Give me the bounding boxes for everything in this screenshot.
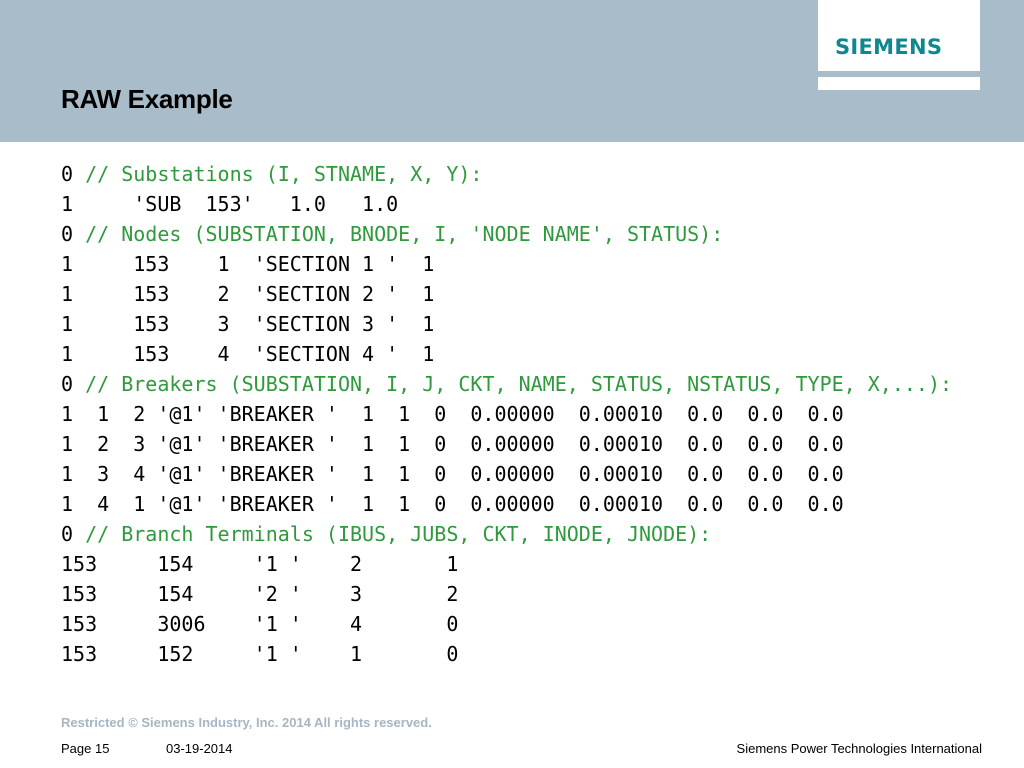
code-line: 0 // Breakers (SUBSTATION, I, J, CKT, NA…	[61, 369, 952, 399]
code-line: 1 153 2 'SECTION 2 ' 1	[61, 279, 952, 309]
code-text: 0	[61, 522, 86, 546]
code-text: 1 1 2 '@1' 'BREAKER ' 1 1 0 0.00000 0.00…	[61, 402, 844, 426]
code-line: 1 153 4 'SECTION 4 ' 1	[61, 339, 952, 369]
code-block: 0 // Substations (I, STNAME, X, Y): 1 'SU…	[61, 159, 952, 669]
code-text: 0	[61, 372, 86, 396]
code-text: 1 'SUB 153' 1.0 1.0	[61, 192, 399, 216]
code-line: 1 153 1 'SECTION 1 ' 1	[61, 249, 952, 279]
code-text: 0	[61, 222, 86, 246]
code-line: 1 'SUB 153' 1.0 1.0	[61, 189, 952, 219]
code-text: 1 4 1 '@1' 'BREAKER ' 1 1 0 0.00000 0.00…	[61, 492, 844, 516]
code-comment: // Substations (I, STNAME, X, Y):	[85, 162, 483, 186]
logo-text: SIEMENS	[835, 35, 943, 59]
code-text: 1 2 3 '@1' 'BREAKER ' 1 1 0 0.00000 0.00…	[61, 432, 844, 456]
footer-restricted-notice: Restricted © Siemens Industry, Inc. 2014…	[61, 715, 432, 730]
code-text: 1 153 1 'SECTION 1 ' 1	[61, 252, 435, 276]
code-comment: // Branch Terminals (IBUS, JUBS, CKT, IN…	[85, 522, 712, 546]
siemens-logo: SIEMENS	[818, 0, 980, 90]
code-text: 153 3006 '1 ' 4 0	[61, 612, 459, 636]
footer-company: Siemens Power Technologies International	[736, 741, 982, 756]
code-text: 1 3 4 '@1' 'BREAKER ' 1 1 0 0.00000 0.00…	[61, 462, 844, 486]
logo-strip	[818, 77, 980, 90]
code-text: 153 154 '1 ' 2 1	[61, 552, 459, 576]
code-text: 153 152 '1 ' 1 0	[61, 642, 459, 666]
code-line: 0 // Branch Terminals (IBUS, JUBS, CKT, …	[61, 519, 952, 549]
code-line: 153 154 '2 ' 3 2	[61, 579, 952, 609]
code-text: 0	[61, 162, 86, 186]
code-line: 0 // Nodes (SUBSTATION, BNODE, I, 'NODE …	[61, 219, 952, 249]
code-line: 153 3006 '1 ' 4 0	[61, 609, 952, 639]
code-line: 0 // Substations (I, STNAME, X, Y):	[61, 159, 952, 189]
code-line: 1 2 3 '@1' 'BREAKER ' 1 1 0 0.00000 0.00…	[61, 429, 952, 459]
code-text: 1 153 3 'SECTION 3 ' 1	[61, 312, 435, 336]
code-comment: // Nodes (SUBSTATION, BNODE, I, 'NODE NA…	[85, 222, 724, 246]
slide-title: RAW Example	[61, 84, 233, 114]
code-text: 153 154 '2 ' 3 2	[61, 582, 459, 606]
code-line: 1 3 4 '@1' 'BREAKER ' 1 1 0 0.00000 0.00…	[61, 459, 952, 489]
code-line: 1 4 1 '@1' 'BREAKER ' 1 1 0 0.00000 0.00…	[61, 489, 952, 519]
code-text: 1 153 2 'SECTION 2 ' 1	[61, 282, 435, 306]
footer-date: 03-19-2014	[166, 741, 233, 756]
code-line: 1 153 3 'SECTION 3 ' 1	[61, 309, 952, 339]
footer-page-number: Page 15	[61, 741, 110, 756]
code-line: 1 1 2 '@1' 'BREAKER ' 1 1 0 0.00000 0.00…	[61, 399, 952, 429]
code-line: 153 152 '1 ' 1 0	[61, 639, 952, 669]
code-comment: // Breakers (SUBSTATION, I, J, CKT, NAME…	[85, 372, 953, 396]
code-text: 1 153 4 'SECTION 4 ' 1	[61, 342, 435, 366]
code-line: 153 154 '1 ' 2 1	[61, 549, 952, 579]
